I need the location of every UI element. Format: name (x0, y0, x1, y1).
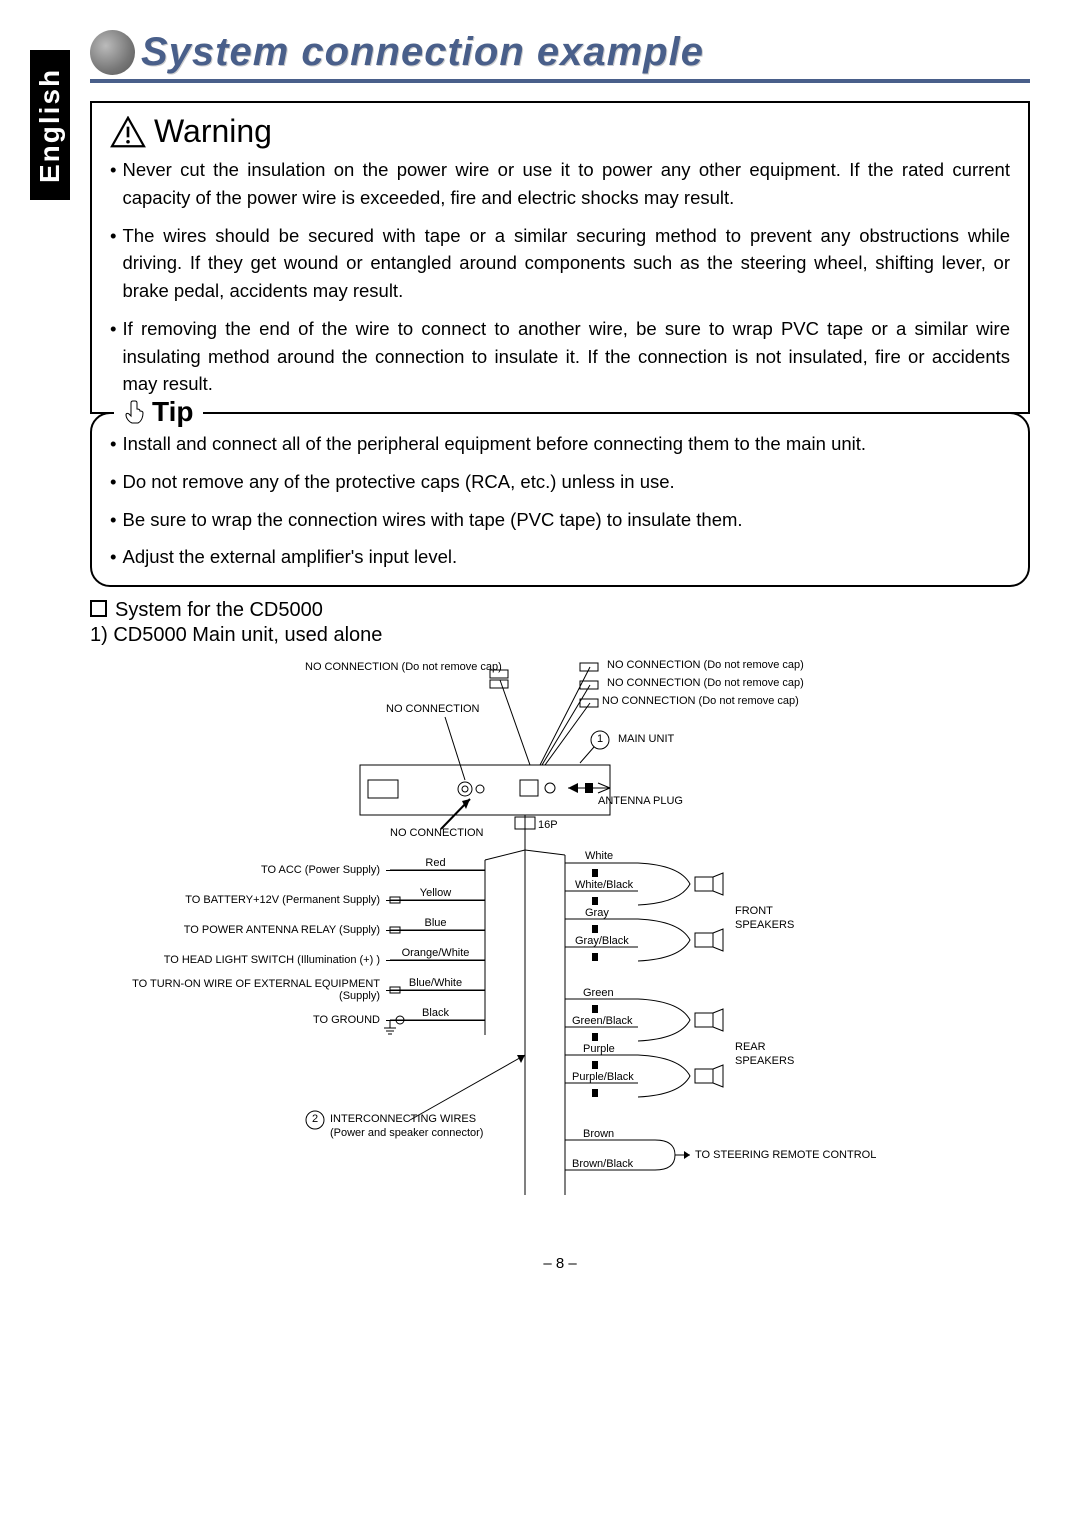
wire-color: Orange/White (402, 947, 470, 959)
hand-point-icon (124, 399, 146, 425)
diagram-wire-row: TO HEAD LIGHT SWITCH (Illumination (+) )… (90, 950, 485, 970)
wire-end-label: TO BATTERY+12V (Permanent Supply) (90, 894, 386, 906)
warning-item-text: The wires should be secured with tape or… (122, 222, 1010, 305)
wire-color: Green/Black (572, 1015, 633, 1027)
heading-bullet-icon (90, 30, 135, 75)
section-title: System for the CD5000 (115, 599, 323, 621)
wire-color: Blue/White (409, 977, 462, 989)
wire-color: Gray (585, 907, 609, 919)
heading-underline (90, 79, 1030, 83)
wire-color: Gray/Black (575, 935, 629, 947)
diagram-wire-row: TO TURN-ON WIRE OF EXTERNAL EQUIPMENT (S… (90, 980, 485, 1000)
wire-color: Brown/Black (572, 1158, 633, 1170)
warning-title-row: Warning (110, 113, 1010, 150)
wire-end-label: TO POWER ANTENNA RELAY (Supply) (90, 924, 386, 936)
diagram-label: FRONT (735, 905, 773, 917)
section-subheading: 1) CD5000 Main unit, used alone (90, 624, 1030, 647)
diagram-label: NO CONNECTION (Do not remove cap) (602, 695, 799, 707)
diagram-label: 16P (538, 819, 558, 831)
tip-label: Tip (114, 396, 203, 428)
diagram-label: TO STEERING REMOTE CONTROL (695, 1149, 876, 1161)
wire-end-label: TO ACC (Power Supply) (90, 864, 386, 876)
diagram-label: SPEAKERS (735, 1055, 794, 1067)
wire-color: Purple/Black (572, 1071, 634, 1083)
wire-color: Blue (424, 917, 446, 929)
wire-color: Purple (583, 1043, 615, 1055)
wiring-diagram: NO CONNECTION (Do not remove cap) NO CON… (90, 655, 1050, 1215)
diagram-label: NO CONNECTION (390, 827, 484, 839)
wire-color: White/Black (575, 879, 633, 891)
square-bullet-icon (90, 600, 107, 617)
tip-item-text: Adjust the external amplifier's input le… (122, 543, 457, 571)
diagram-label: ANTENNA PLUG (598, 795, 683, 807)
diagram-wire-row: TO BATTERY+12V (Permanent Supply) Yellow (90, 890, 485, 910)
tip-item: •Adjust the external amplifier's input l… (110, 543, 1010, 571)
wire-end-label: TO HEAD LIGHT SWITCH (Illumination (+) ) (90, 954, 386, 966)
diagram-wire-row: TO ACC (Power Supply) Red (90, 860, 485, 880)
tip-title: Tip (152, 396, 193, 428)
tip-item-text: Be sure to wrap the connection wires wit… (122, 506, 742, 534)
wire-end-label: TO TURN-ON WIRE OF EXTERNAL EQUIPMENT (S… (90, 978, 386, 1002)
page-heading: System connection example (90, 30, 1030, 75)
warning-item: •The wires should be secured with tape o… (110, 222, 1010, 305)
diagram-label: MAIN UNIT (618, 733, 674, 745)
wire-color: White (585, 850, 613, 862)
page-number: – 8 – (90, 1255, 1030, 1272)
warning-item: •Never cut the insulation on the power w… (110, 156, 1010, 212)
diagram-wire-row: TO POWER ANTENNA RELAY (Supply) Blue (90, 920, 485, 940)
language-tab: English (30, 50, 70, 200)
wire-color: Red (425, 857, 445, 869)
warning-item: •If removing the end of the wire to conn… (110, 315, 1010, 398)
tip-box: Tip •Install and connect all of the peri… (90, 412, 1030, 587)
diagram-callout-number: 2 (312, 1113, 318, 1125)
tip-item: •Be sure to wrap the connection wires wi… (110, 506, 1010, 534)
warning-item-text: If removing the end of the wire to conne… (122, 315, 1010, 398)
wire-color: Green (583, 987, 614, 999)
diagram-label: SPEAKERS (735, 919, 794, 931)
diagram-wire-row: TO GROUND Black (90, 1010, 485, 1030)
warning-box: Warning •Never cut the insulation on the… (90, 101, 1030, 414)
wire-color: Brown (583, 1128, 614, 1140)
wire-end-label: TO GROUND (90, 1014, 386, 1026)
tip-item: •Do not remove any of the protective cap… (110, 468, 1010, 496)
diagram-label: NO CONNECTION (Do not remove cap) (305, 661, 502, 673)
wire-color: Yellow (420, 887, 451, 899)
warning-item-text: Never cut the insulation on the power wi… (122, 156, 1010, 212)
wire-color: Black (422, 1007, 449, 1019)
tip-item: •Install and connect all of the peripher… (110, 430, 1010, 458)
tip-item-text: Do not remove any of the protective caps… (122, 468, 674, 496)
diagram-callout-number: 1 (597, 733, 603, 745)
section-heading: System for the CD5000 (90, 599, 1030, 622)
heading-text: System connection example (141, 30, 704, 75)
diagram-label: NO CONNECTION (Do not remove cap) (607, 659, 804, 671)
warning-triangle-icon (110, 116, 146, 148)
tip-item-text: Install and connect all of the periphera… (122, 430, 866, 458)
diagram-label: NO CONNECTION (386, 703, 480, 715)
diagram-label: (Power and speaker connector) (330, 1127, 483, 1139)
diagram-label: NO CONNECTION (Do not remove cap) (607, 677, 804, 689)
diagram-label: REAR (735, 1041, 766, 1053)
warning-title: Warning (154, 113, 272, 150)
diagram-label: INTERCONNECTING WIRES (330, 1113, 476, 1125)
